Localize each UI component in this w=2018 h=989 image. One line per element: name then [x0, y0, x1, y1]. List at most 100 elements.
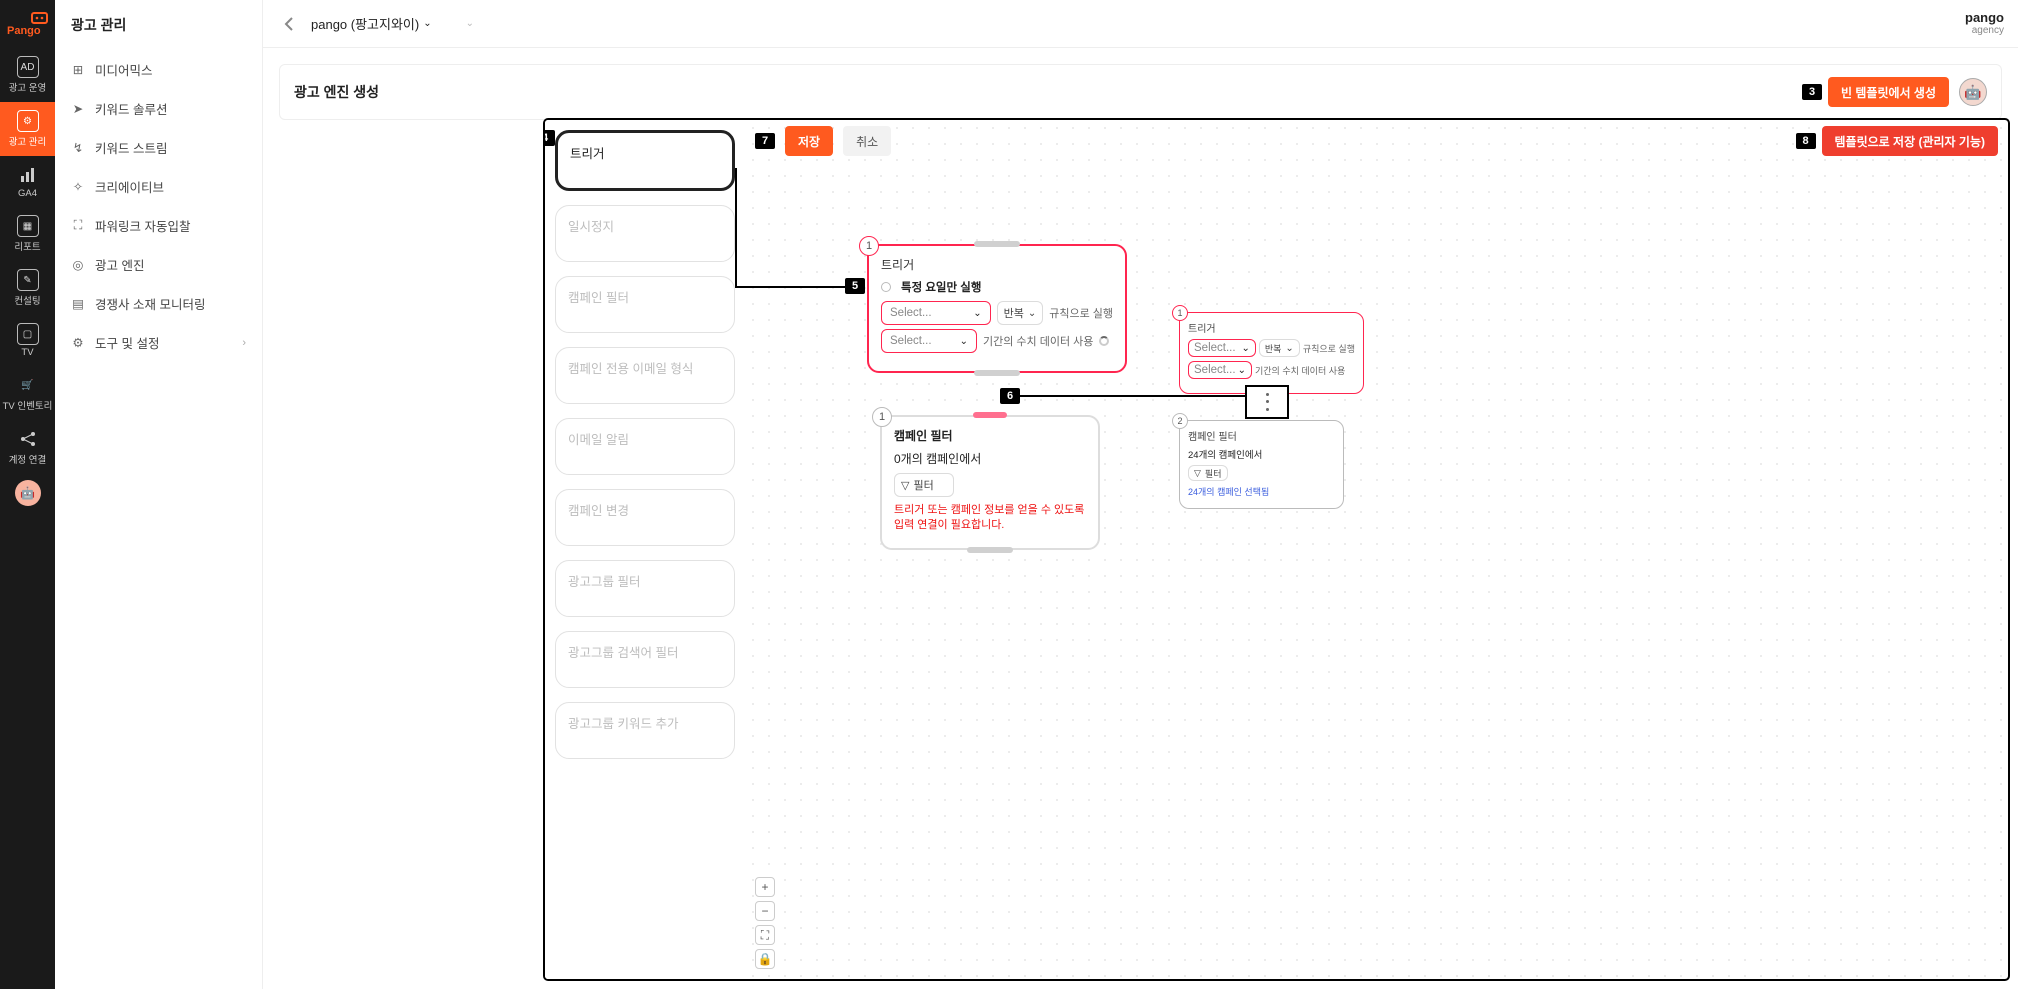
use-period-data-label: 기간의 수치 데이터 사용 — [983, 333, 1093, 349]
connector-line — [1145, 395, 1245, 397]
sidebar-item-competitor[interactable]: ▤경쟁사 소재 모니터링 — [55, 284, 262, 323]
rail-label: TV — [21, 347, 33, 358]
drag-handle-top[interactable] — [974, 241, 1020, 247]
back-button[interactable] — [277, 12, 301, 36]
step-badge: 1 — [859, 236, 879, 256]
node-campaign-filter-big[interactable]: 1 캠페인 필터 0개의 캠페인에서 ▽ 필터 트리거 또는 캠페인 정보를 얻… — [880, 415, 1100, 550]
bid-icon: ⛶ — [71, 219, 85, 233]
rail-item-account-link[interactable]: 계정 연결 — [0, 420, 55, 474]
step-badge: 1 — [1172, 305, 1188, 321]
drag-handle-bottom[interactable] — [974, 370, 1020, 376]
chevron-down-icon: ⌄ — [960, 336, 968, 347]
rail-label: 광고 관리 — [9, 134, 47, 148]
filter-button-small[interactable]: ▽ 필터 — [1188, 465, 1228, 481]
connector-line — [735, 286, 863, 288]
account-name: pango (팡고지와이) — [311, 14, 419, 33]
chevron-down-icon: ⌄ — [1028, 308, 1036, 319]
period-select-small[interactable]: Select...⌄ — [1188, 361, 1252, 379]
svg-text:Pango: Pango — [7, 25, 41, 37]
sidebar-item-creative[interactable]: ✧크리에이티브 — [55, 167, 262, 206]
connector-line — [1000, 395, 1146, 397]
rail-item-ad-manage[interactable]: ⚙ 광고 관리 — [0, 102, 55, 156]
marker-4: 4 — [545, 130, 555, 146]
sidebar-title: 광고 관리 — [55, 0, 262, 50]
filter-button-label: 필터 — [1205, 467, 1222, 480]
palette-block-pause[interactable]: 일시정지 — [555, 205, 735, 262]
palette-block-adgroup-filter[interactable]: 광고그룹 필터 — [555, 560, 735, 617]
sidebar-item-label: 미디어믹스 — [95, 60, 153, 79]
drag-handle-bottom[interactable] — [967, 547, 1013, 553]
zoom-fit-button[interactable]: ⛶ — [755, 925, 775, 945]
user-avatar-icon[interactable]: 🤖 — [15, 480, 41, 506]
port-connector[interactable] — [1245, 385, 1289, 419]
keyword-icon: ➤ — [71, 102, 85, 116]
zoom-in-button[interactable]: + — [755, 877, 775, 897]
filter-button[interactable]: ▽ 필터 — [894, 473, 954, 497]
page-header-card: 광고 엔진 생성 3 빈 템플릿에서 생성 🤖 — [279, 64, 2002, 120]
radio-icon[interactable] — [881, 282, 891, 292]
node-trigger-small[interactable]: 1 트리거 Select...⌄ 반복⌄ 규칙으로 실행 Select...⌄ … — [1179, 312, 1364, 394]
engine-icon: ◎ — [71, 258, 85, 272]
save-as-template-button[interactable]: 템플릿으로 저장 (관리자 기능) — [1822, 126, 1998, 156]
repeat-select-small[interactable]: 반복⌄ — [1259, 339, 1300, 357]
day-select-small[interactable]: Select...⌄ — [1188, 339, 1256, 357]
create-from-blank-button[interactable]: 빈 템플릿에서 생성 — [1828, 77, 1949, 107]
zoom-controls: + − ⛶ 🔒 — [755, 877, 779, 969]
node-title: 트리거 — [881, 256, 1113, 273]
tv-icon: ▢ — [17, 323, 39, 345]
rule-name: 특정 요일만 실행 — [901, 279, 981, 295]
node-campaign-filter-small[interactable]: 2 캠페인 필터 24개의 캠페인에서 ▽ 필터 24개의 캠페인 선택됨 — [1179, 420, 1344, 509]
selected-campaigns-link[interactable]: 24개의 캠페인 선택됨 — [1188, 485, 1335, 498]
rail-item-ad-ops[interactable]: AD 광고 운영 — [0, 48, 55, 102]
chevron-down-icon: ⌄ — [423, 18, 431, 29]
palette-block-campaign-email[interactable]: 캠페인 전용 이메일 형식 — [555, 347, 735, 404]
sidebar-item-tools[interactable]: ⚙도구 및 설정› — [55, 323, 262, 362]
day-select[interactable]: Select...⌄ — [881, 301, 991, 325]
save-button[interactable]: 저장 — [785, 126, 833, 156]
sidebar-item-keyword-stream[interactable]: ↯키워드 스트림 — [55, 128, 262, 167]
palette-block-campaign-change[interactable]: 캠페인 변경 — [555, 489, 735, 546]
palette-block-email-alert[interactable]: 이메일 알림 — [555, 418, 735, 475]
repeat-select[interactable]: 반복⌄ — [997, 301, 1044, 325]
chevron-down-icon: ⌄ — [1241, 343, 1249, 354]
rail-item-ga4[interactable]: GA4 — [0, 156, 55, 207]
sidebar-item-mediamix[interactable]: ⊞ 미디어믹스 — [55, 50, 262, 89]
palette-block-trigger[interactable]: 트리거 — [555, 130, 735, 191]
step-badge: 1 — [872, 407, 892, 427]
node-trigger-big[interactable]: 1 트리거 특정 요일만 실행 Select...⌄ 반복⌄ 규칙으로 실행 S… — [867, 244, 1127, 373]
campaign-count: 0개의 캠페인에서 — [894, 450, 1086, 467]
node-title: 캠페인 필터 — [894, 427, 1086, 444]
sparkle-icon: ✧ — [71, 180, 85, 194]
palette-block-adgroup-keyword-add[interactable]: 광고그룹 키워드 추가 — [555, 702, 735, 759]
topbar: pango (팡고지와이) ⌄ ⌄ pango agency — [263, 0, 2018, 48]
rail-item-tv[interactable]: ▢ TV — [0, 315, 55, 366]
step-badge: 2 — [1172, 413, 1188, 429]
monitor-icon: ▤ — [71, 297, 85, 311]
sidebar-item-powerlink[interactable]: ⛶파워링크 자동입찰 — [55, 206, 262, 245]
bot-avatar-icon[interactable]: 🤖 — [1959, 78, 1987, 106]
warning-text: 트리거 또는 캠페인 정보를 얻을 수 있도록 입력 연결이 필요합니다. — [894, 503, 1086, 534]
sidebar-item-ad-engine[interactable]: ◎광고 엔진 — [55, 245, 262, 284]
zoom-out-button[interactable]: − — [755, 901, 775, 921]
account-selector[interactable]: pango (팡고지와이) ⌄ ⌄ — [311, 14, 474, 33]
zoom-lock-button[interactable]: 🔒 — [755, 949, 775, 969]
rail-item-consulting[interactable]: ✎ 컨설팅 — [0, 261, 55, 315]
sidebar-item-label: 도구 및 설정 — [95, 333, 159, 352]
funnel-icon: ▽ — [1194, 468, 1201, 479]
palette-block-adgroup-search-filter[interactable]: 광고그룹 검색어 필터 — [555, 631, 735, 688]
stream-icon: ↯ — [71, 141, 85, 155]
sidebar-item-keyword-solution[interactable]: ➤키워드 솔루션 — [55, 89, 262, 128]
cancel-button[interactable]: 취소 — [843, 126, 891, 156]
gear-box-icon: ⚙ — [17, 110, 39, 132]
rail-item-tv-inventory[interactable]: 🛒 TV 인벤토리 — [0, 366, 55, 420]
share-icon — [17, 428, 39, 450]
palette-block-campaign-filter[interactable]: 캠페인 필터 — [555, 276, 735, 333]
rail-item-report[interactable]: ▦ 리포트 — [0, 207, 55, 261]
grid-icon: ⊞ — [71, 63, 85, 77]
chevron-down-icon: ⌄ — [466, 18, 474, 29]
marker-3: 3 — [1802, 84, 1822, 100]
drag-handle-top[interactable] — [973, 412, 1007, 418]
pencil-icon: ✎ — [17, 269, 39, 291]
chevron-down-icon: ⌄ — [973, 308, 981, 319]
period-select[interactable]: Select...⌄ — [881, 329, 977, 353]
